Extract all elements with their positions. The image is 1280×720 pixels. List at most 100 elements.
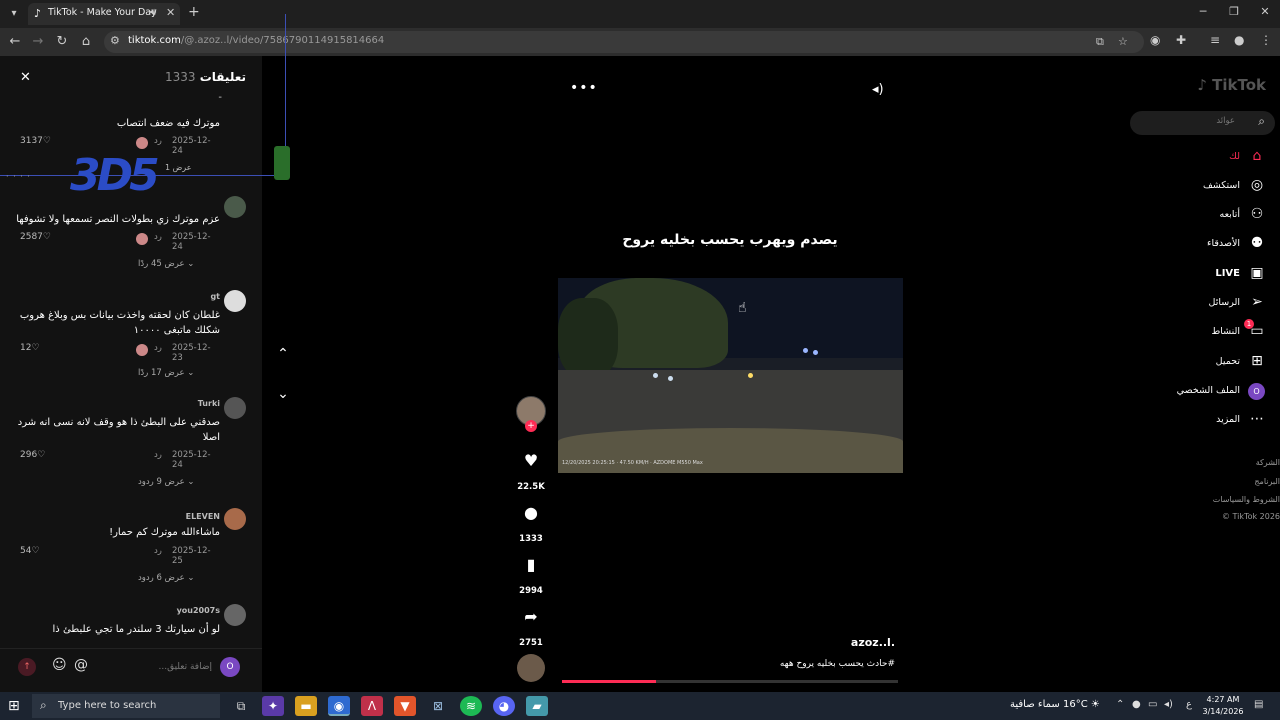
comment-likes[interactable]: 2587♡ [20, 232, 51, 242]
chrome-icon[interactable]: ◉ [328, 696, 350, 716]
video-car-hood [558, 428, 903, 473]
avatar[interactable] [224, 196, 246, 218]
video-author[interactable]: azoz..l. [851, 636, 895, 649]
avatar[interactable] [224, 290, 246, 312]
sidebar-item-explore[interactable]: استكشف ◎ [1136, 176, 1266, 198]
tray-chevron-icon[interactable]: ⌃ [1116, 699, 1124, 710]
send-icon[interactable]: ↑ [18, 658, 36, 676]
sidebar-item-for-you[interactable]: لك ⌂ [1136, 147, 1266, 169]
profile-avatar-icon[interactable]: ● [1234, 33, 1244, 47]
search-icon[interactable]: ⌕ [1258, 114, 1265, 129]
forward-icon[interactable]: → [29, 33, 47, 51]
back-icon[interactable]: ← [6, 33, 24, 51]
view-replies-button[interactable]: ⌄ عرض 9 ردود [138, 477, 194, 487]
sidebar-item-profile[interactable]: الملف الشخصي O [1136, 381, 1266, 403]
previous-video-button[interactable]: ⌃ [274, 346, 292, 364]
reply-button[interactable]: رد [154, 450, 162, 460]
clock[interactable]: 4:27 AM 3/14/2026 [1200, 694, 1246, 718]
task-view-icon[interactable]: ⧉ [230, 696, 252, 716]
next-video-button[interactable]: ⌄ [274, 386, 292, 404]
emoji-icon[interactable]: ☺ [52, 657, 67, 673]
mention-icon[interactable]: @ [74, 657, 88, 673]
avatar[interactable] [224, 508, 246, 530]
footer-link-company[interactable]: الشركة [1256, 458, 1280, 467]
new-tab-icon[interactable]: + [188, 4, 200, 20]
comment-username[interactable]: gt [210, 292, 220, 301]
follow-plus-icon[interactable]: + [525, 420, 537, 432]
restore-button[interactable]: ❐ [1224, 5, 1244, 18]
browser-tab[interactable]: ♪ TikTok - Make Your Day 🔊︎ ✕ [28, 3, 180, 25]
address-bar[interactable]: ⚙ tiktok.com/@.azoz..l/video/75867901149… [104, 31, 1144, 53]
reply-button[interactable]: رد [154, 343, 162, 353]
tiktok-logo[interactable]: ♪ TikTok [1197, 76, 1266, 94]
sidebar-item-live[interactable]: LIVE ▣ [1136, 264, 1266, 286]
reply-button[interactable]: رد [154, 232, 162, 242]
comment-bubble-icon[interactable]: ● [516, 503, 546, 522]
bookmark-star-icon[interactable]: ☆ [1118, 35, 1128, 48]
home-button-icon[interactable]: ⌂ [77, 33, 95, 51]
reply-button[interactable]: رد [154, 136, 162, 146]
install-app-icon[interactable]: ⧉ [1096, 35, 1104, 49]
sidebar-item-more[interactable]: المزيد ⋯ [1136, 410, 1266, 432]
reply-button[interactable]: رد [154, 546, 162, 556]
weather-widget[interactable]: ☀ 16°C سماء صافية [1010, 699, 1100, 710]
like-heart-icon[interactable]: ♥ [516, 451, 546, 470]
xbox-icon[interactable]: ⊠ [427, 696, 449, 716]
extensions-puzzle-icon[interactable]: ✚ [1176, 33, 1186, 47]
taskbar-search[interactable]: ⌕ Type here to search [32, 694, 220, 718]
sidebar-item-following[interactable]: أتابعه ⚇ [1136, 205, 1266, 227]
avatar[interactable] [224, 397, 246, 419]
footer-link-program[interactable]: البرنامج [1254, 477, 1280, 486]
tab-search-icon[interactable]: ▾ [4, 4, 24, 24]
site-info-icon[interactable]: ⚙ [110, 34, 120, 47]
app-icon[interactable]: Λ [361, 696, 383, 716]
avatar[interactable] [224, 604, 246, 626]
close-window-button[interactable]: ✕ [1255, 5, 1275, 18]
video-progress-bar[interactable] [562, 680, 898, 683]
footer-link-terms[interactable]: الشروط والسياسات [1213, 495, 1280, 504]
view-replies-button[interactable]: ⌄ عرض 6 ردود [138, 573, 194, 583]
comment-likes[interactable]: 12♡ [20, 343, 40, 353]
comment-username[interactable]: Turki [198, 399, 220, 408]
search-input[interactable]: عوائد ⌕ [1130, 111, 1275, 135]
bookmark-icon[interactable]: ▮ [516, 555, 546, 574]
sidebar-item-friends[interactable]: الأصدقاء ⚉ [1136, 234, 1266, 256]
comment-likes[interactable]: 296♡ [20, 450, 45, 460]
comment-username[interactable]: you2007s [177, 606, 220, 615]
share-arrow-icon[interactable]: ➦ [516, 607, 546, 626]
notification-icon[interactable]: ▤ [1254, 699, 1263, 710]
file-explorer-icon[interactable]: ▬ [295, 696, 317, 716]
comment-input[interactable]: إضافة تعليق... [100, 657, 212, 677]
url-text: tiktok.com/@.azoz..l/video/7586790114915… [128, 35, 385, 46]
music-disc-icon[interactable] [517, 654, 545, 682]
microphone-icon[interactable]: ● [1132, 699, 1141, 710]
sidebar-item-activity[interactable]: النشاط ▭ 1 [1136, 319, 1266, 344]
brave-icon[interactable]: ▼ [394, 696, 416, 716]
speaker-icon[interactable]: 🔊︎ [150, 7, 156, 18]
minimize-button[interactable]: ─ [1193, 5, 1213, 18]
browser-menu-icon[interactable]: ⋮ [1260, 33, 1272, 47]
extension-icon[interactable]: ◉ [1150, 33, 1160, 47]
view-replies-button[interactable]: ⌄ عرض 17 ردًا [138, 368, 194, 378]
network-icon[interactable]: ▭ [1148, 699, 1157, 710]
reload-icon[interactable]: ↻ [53, 33, 71, 51]
comment-likes[interactable]: 54♡ [20, 546, 40, 556]
view-replies-button[interactable]: ⌄ عرض 45 ردًا [138, 259, 194, 269]
windows-start-icon[interactable]: ⊞ [8, 698, 20, 714]
tab-close-icon[interactable]: ✕ [166, 6, 175, 19]
language-indicator[interactable]: ع [1186, 699, 1192, 710]
sidebar-item-upload[interactable]: تحميل ⊞ [1136, 352, 1266, 374]
comment-username[interactable]: ELEVEN [186, 512, 220, 521]
close-comments-icon[interactable]: ✕ [20, 70, 31, 85]
volume-tray-icon[interactable]: ◂) [1164, 699, 1173, 710]
media-control-icon[interactable]: ≡ [1210, 33, 1220, 47]
comment-likes[interactable]: 3137♡ [20, 136, 51, 146]
app-icon[interactable]: ▰ [526, 696, 548, 716]
more-options-icon[interactable]: ••• [570, 80, 598, 96]
copilot-icon[interactable]: ✦ [262, 696, 284, 716]
spotify-icon[interactable]: ≋ [460, 696, 482, 716]
video-player[interactable]: 12/20/2025 20:25:15 · 47.50 KM/H · AZDOM… [558, 278, 903, 473]
volume-icon[interactable]: ◂) [872, 82, 884, 97]
discord-icon[interactable]: ◕ [493, 696, 515, 716]
sidebar-item-messages[interactable]: الرسائل ➢ [1136, 293, 1266, 315]
